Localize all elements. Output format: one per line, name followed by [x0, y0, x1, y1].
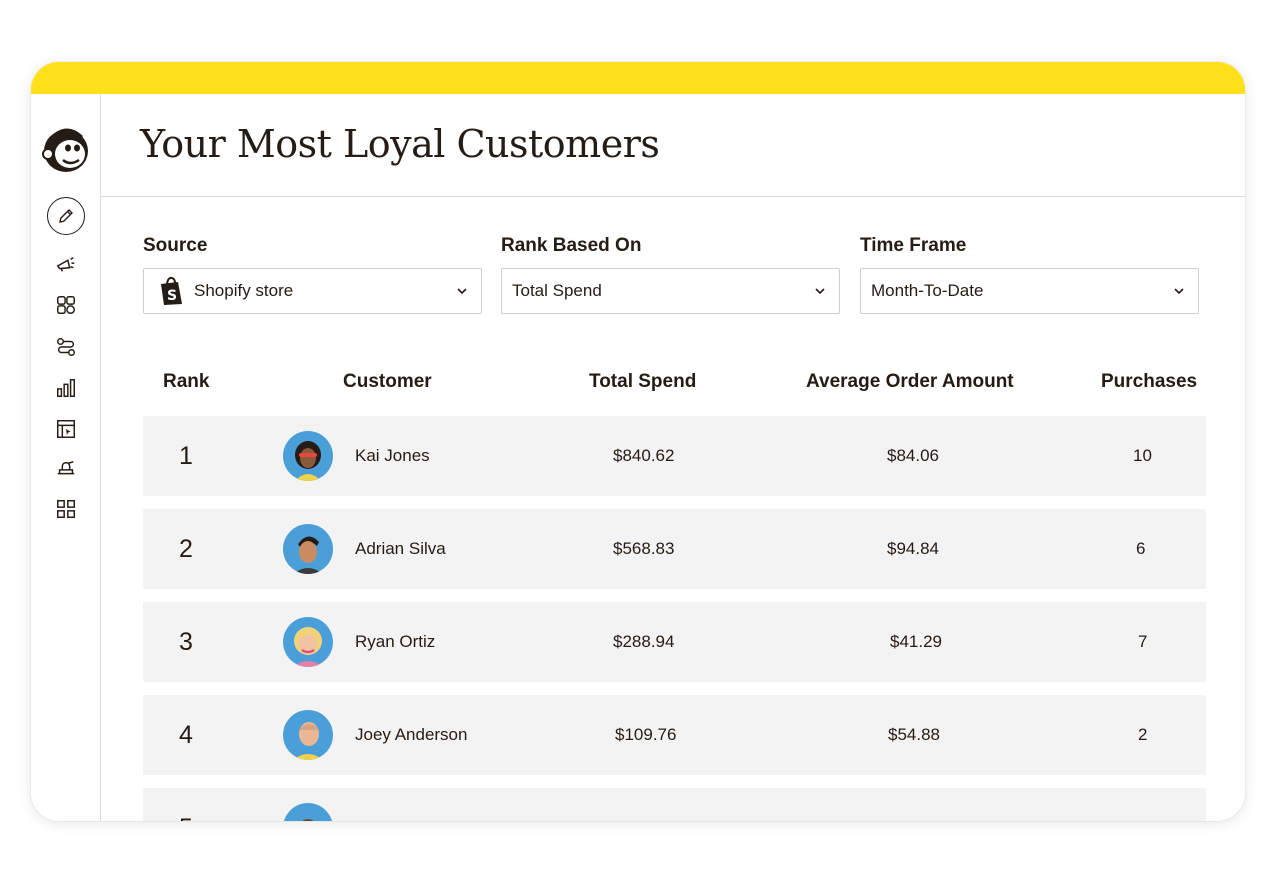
purchases-cell: 10: [1133, 446, 1152, 465]
total-spend-cell: $840.62: [613, 446, 675, 465]
column-header-purchases: Purchases: [1101, 371, 1198, 392]
total-spend-cell: $109.76: [615, 725, 677, 744]
avatar: [283, 617, 333, 667]
avatar: [283, 431, 333, 481]
average-order-cell: $54.88: [888, 725, 940, 744]
automation-icon[interactable]: [50, 331, 82, 363]
table-row[interactable]: 3 Ryan Ortiz $288.94 $41.29 7: [143, 602, 1206, 682]
column-header-rank: Rank: [163, 371, 210, 392]
page-title: Your Most Loyal Customers: [140, 122, 660, 166]
total-spend-cell: $568.83: [613, 539, 675, 558]
customer-name: Adrian Silva: [355, 539, 446, 558]
sidebar: [31, 94, 101, 821]
bar-chart-icon[interactable]: [50, 372, 82, 404]
main-content: Your Most Loyal Customers Source S Shopi…: [101, 94, 1245, 821]
table-row[interactable]: 1 Kai Jones $840.62 $84.06 10: [143, 416, 1206, 496]
megaphone-icon[interactable]: [50, 248, 82, 280]
shopify-icon: S: [161, 276, 182, 305]
customer-name: Joey Anderson: [355, 725, 468, 744]
mailchimp-logo-icon[interactable]: [39, 118, 93, 176]
customer-name: Kai Jones: [355, 446, 430, 465]
rank-based-on-value: Total Spend: [512, 281, 602, 300]
integrations-icon[interactable]: [50, 453, 82, 485]
source-value: Shopify store: [194, 281, 294, 300]
audience-icon[interactable]: [50, 289, 82, 321]
column-header-customer: Customer: [343, 371, 432, 392]
time-frame-label: Time Frame: [860, 235, 967, 256]
table-row[interactable]: 4 Joey Anderson $109.76 $54.88 2: [143, 695, 1206, 775]
rank-cell: 2: [179, 534, 193, 563]
rank-based-on-select[interactable]: Total Spend: [501, 268, 840, 314]
rank-cell: 3: [179, 627, 193, 656]
chevron-down-icon: [815, 288, 825, 295]
rank-cell: 4: [179, 720, 193, 749]
page-header: Your Most Loyal Customers: [101, 94, 1245, 197]
source-filter: Source S Shopify store: [143, 235, 482, 314]
average-order-cell: $84.06: [887, 446, 939, 465]
table-row[interactable]: 2 Adrian Silva $568.83 $94.84 6: [143, 509, 1206, 589]
brand-top-bar: [31, 62, 1245, 94]
purchases-cell: 6: [1136, 539, 1146, 558]
avatar: [283, 524, 333, 574]
svg-text:S: S: [167, 288, 177, 304]
customer-name: Ryan Ortiz: [355, 632, 436, 651]
column-header-average-order-amount: Average Order Amount: [806, 371, 1014, 392]
purchases-cell: 7: [1138, 632, 1148, 651]
time-frame-select[interactable]: Month-To-Date: [860, 268, 1199, 314]
average-order-cell: $41.29: [890, 632, 942, 651]
rank-cell: 1: [179, 441, 193, 470]
avatar: [283, 803, 333, 821]
avatar: [283, 710, 333, 760]
rank-cell: 5: [179, 788, 193, 822]
purchases-cell: 2: [1138, 725, 1148, 744]
chevron-down-icon: [457, 288, 467, 295]
total-spend-cell: $288.94: [613, 632, 675, 651]
app-window: Your Most Loyal Customers Source S Shopi…: [31, 62, 1245, 821]
rank-filter: Rank Based On Total Spend: [501, 235, 840, 314]
column-header-total-spend: Total Spend: [589, 371, 697, 392]
time-frame-value: Month-To-Date: [871, 281, 984, 300]
source-label: Source: [143, 235, 208, 256]
chevron-down-icon: [1174, 288, 1184, 295]
timeframe-filter: Time Frame Month-To-Date: [860, 235, 1199, 314]
source-select[interactable]: S Shopify store: [143, 268, 482, 314]
table-row[interactable]: 5: [143, 788, 1206, 821]
website-icon[interactable]: [50, 413, 82, 445]
rank-based-on-label: Rank Based On: [501, 235, 642, 256]
grid-icon[interactable]: [50, 493, 82, 525]
average-order-cell: $94.84: [887, 539, 939, 558]
create-pencil-icon[interactable]: [47, 197, 85, 235]
